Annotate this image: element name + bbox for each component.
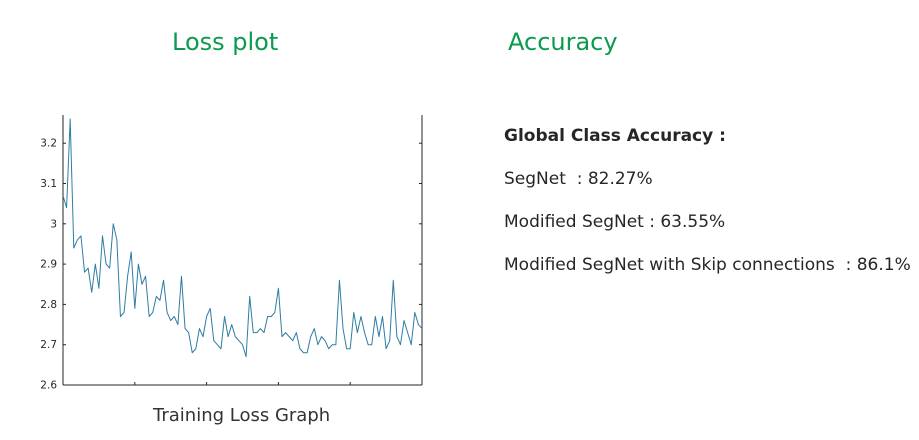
loss-plot-heading: Loss plot xyxy=(172,28,279,56)
accuracy-panel: Global Class Accuracy : SegNet : 82.27% … xyxy=(504,126,911,298)
accuracy-heading: Accuracy xyxy=(508,28,618,56)
y-tick-label: 3.1 xyxy=(40,178,57,190)
y-tick-label: 3 xyxy=(50,218,57,230)
training-loss-chart: 2.6 2.7 2.8 2.9 3 3.1 3.2 xyxy=(40,115,423,392)
loss-series-line xyxy=(63,118,422,358)
accuracy-row-skip-connections: Modified SegNet with Skip connections : … xyxy=(504,255,911,275)
accuracy-row-segnet: SegNet : 82.27% xyxy=(504,169,653,189)
accuracy-panel-heading: Global Class Accuracy : xyxy=(504,126,726,146)
y-tick-label: 2.9 xyxy=(40,259,57,271)
accuracy-row-modified-segnet: Modified SegNet : 63.55% xyxy=(504,212,726,232)
y-tick-label: 2.7 xyxy=(40,339,57,351)
chart-series-layer xyxy=(63,118,422,358)
y-tick-label: 3.2 xyxy=(40,138,57,150)
chart-caption: Training Loss Graph xyxy=(153,405,331,426)
chart-ticks: 2.6 2.7 2.8 2.9 3 3.1 3.2 xyxy=(40,138,422,392)
y-tick-label: 2.6 xyxy=(40,380,57,392)
y-tick-label: 2.8 xyxy=(40,299,57,311)
